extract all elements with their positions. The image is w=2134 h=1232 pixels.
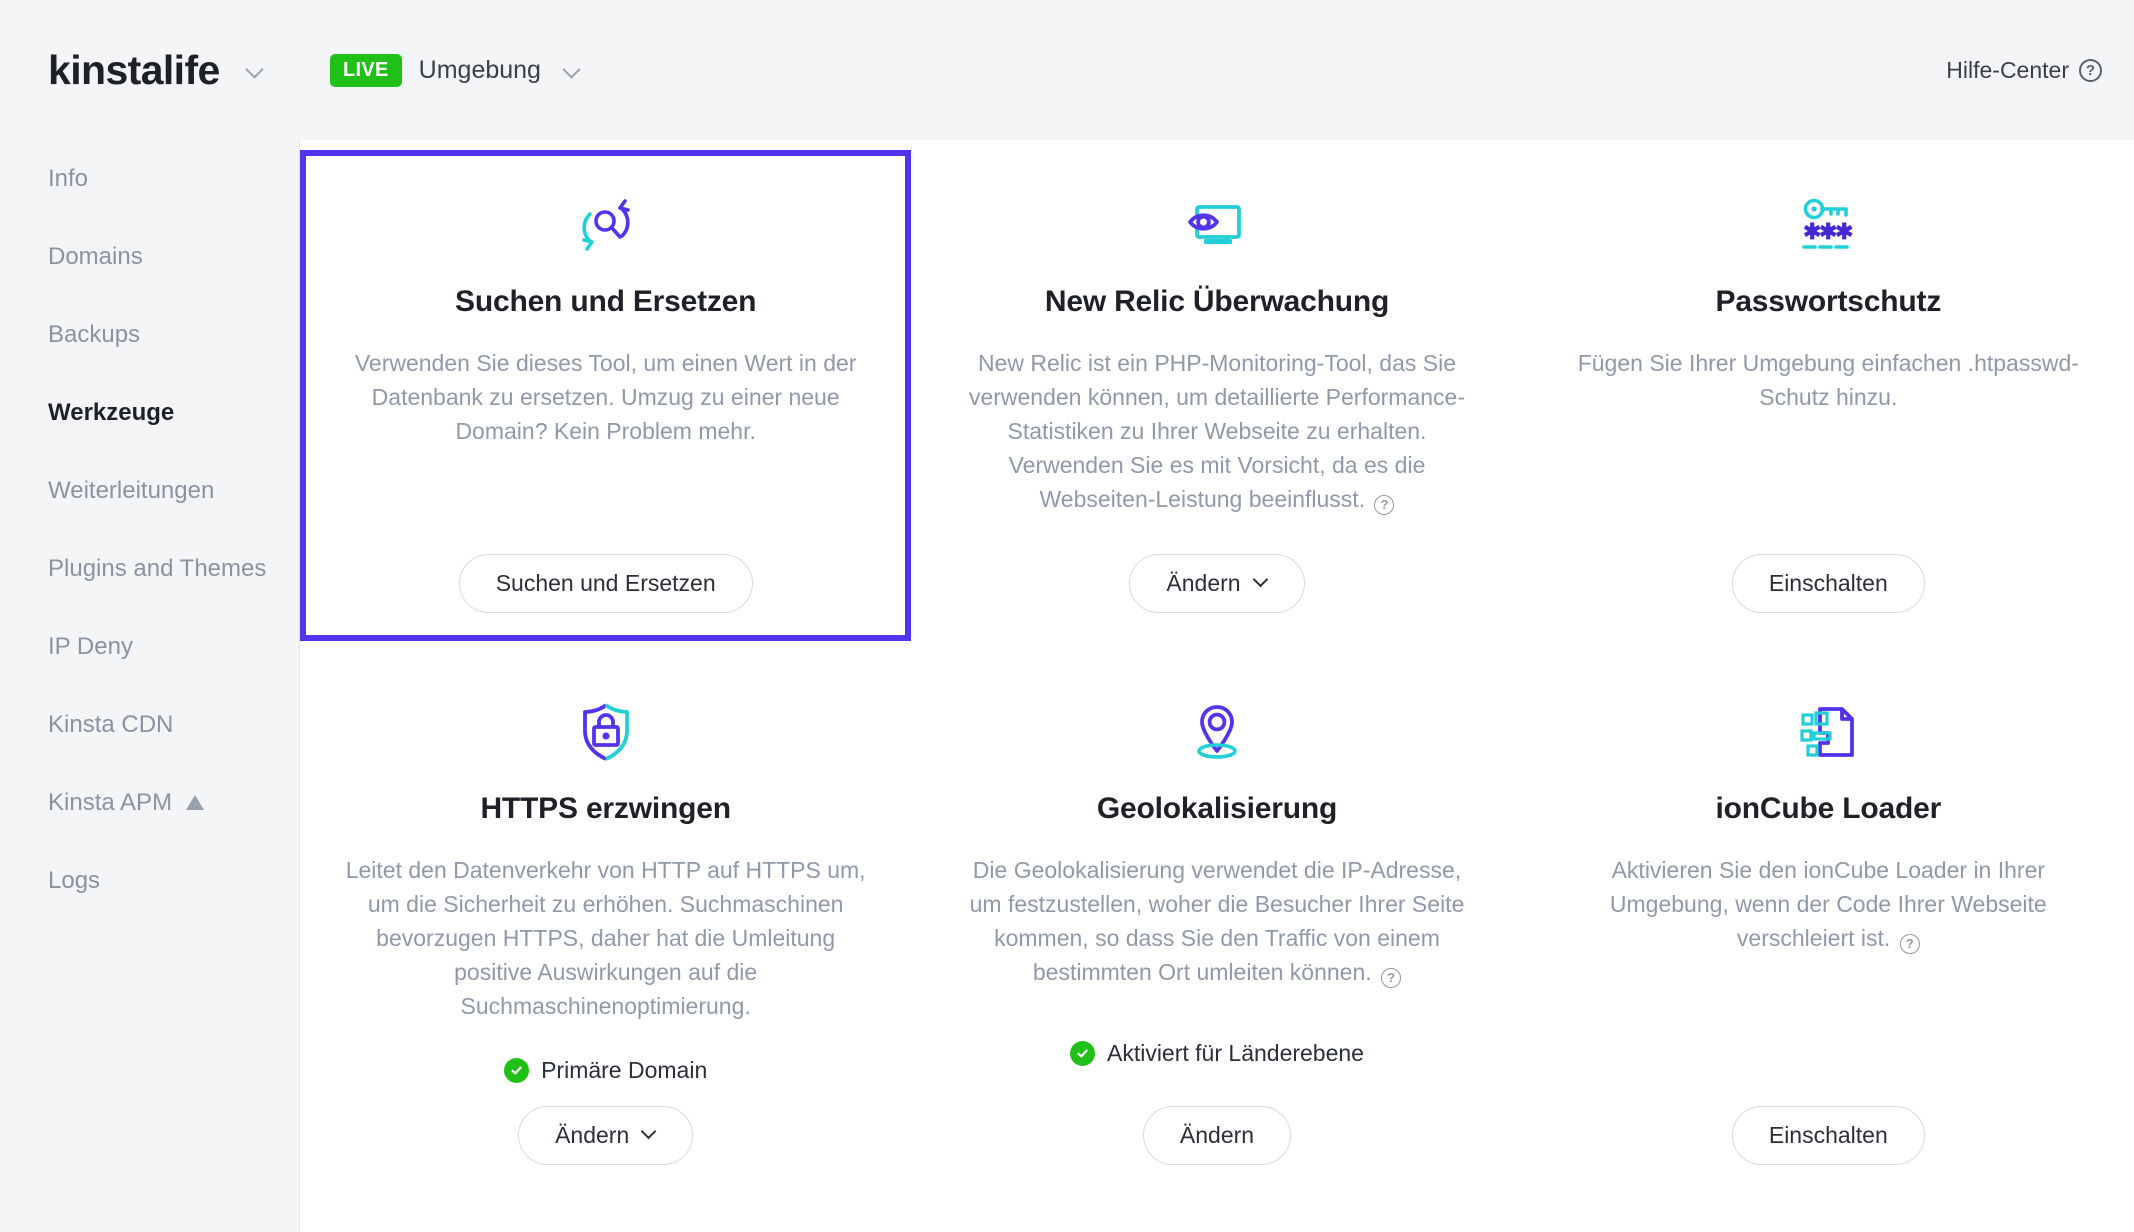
chevron-down-icon	[643, 1126, 656, 1139]
password-protection-enable-button[interactable]: Einschalten	[1731, 554, 1925, 613]
card-title: New Relic Überwachung	[1044, 285, 1390, 318]
triangle-badge-icon	[186, 794, 205, 810]
sidebar-item-label: IP Deny	[48, 633, 133, 660]
monitor-eye-icon	[1186, 192, 1248, 258]
card-description: Aktivieren Sie den ionCube Loader in Ihr…	[1568, 853, 2088, 955]
question-circle-icon[interactable]: ?	[1899, 933, 1920, 954]
card-title: ionCube Loader	[1715, 792, 1942, 825]
check-circle-icon	[504, 1058, 530, 1083]
sidebar-item-label: Kinsta CDN	[48, 711, 174, 738]
sidebar-item-kinsta-cdn[interactable]: Kinsta CDN	[48, 695, 299, 755]
sidebar-item-label: Plugins and Themes	[48, 555, 267, 582]
card-new-relic-monitoring[interactable]: New Relic Überwachung New Relic ist ein …	[911, 150, 1523, 641]
sidebar-item-logs[interactable]: Logs	[48, 851, 299, 911]
sidebar-item-label: Info	[48, 165, 89, 192]
card-description-text: New Relic ist ein PHP-Monitoring-Tool, d…	[968, 350, 1465, 512]
sidebar-item-label: Domains	[48, 243, 143, 270]
tools-page: kinstalife LIVE Umgebung Hilfe-Center ? …	[0, 0, 2134, 1232]
site-name: kinstalife	[48, 46, 220, 93]
sidebar-item-label: Werkzeuge	[48, 399, 175, 426]
sidebar-item-label: Kinsta APM	[48, 789, 173, 816]
new-relic-change-button[interactable]: Ändern	[1129, 554, 1305, 613]
geolocation-change-button[interactable]: Ändern	[1142, 1106, 1292, 1165]
status-label: Primäre Domain	[541, 1057, 708, 1083]
card-description: Fügen Sie Ihrer Umgebung einfachen .htpa…	[1577, 350, 2079, 410]
shield-lock-icon	[578, 699, 634, 765]
card-ioncube-loader[interactable]: ionCube Loader Aktivieren Sie den ionCub…	[1522, 651, 2134, 1193]
button-label: Einschalten	[1768, 570, 1888, 596]
button-label: Ändern	[1179, 1122, 1255, 1148]
sidebar-item-backups[interactable]: Backups	[48, 305, 299, 365]
tools-row-1: Suchen und Ersetzen Verwenden Sie dieses…	[300, 140, 2134, 641]
status-badge: Aktiviert für Länderebene	[1069, 1006, 1364, 1067]
sidebar-item-info[interactable]: Info	[48, 149, 299, 209]
sidebar-item-weiterleitungen[interactable]: Weiterleitungen	[48, 461, 299, 521]
card-description: Verwenden Sie dieses Tool, um einen Wert…	[354, 350, 857, 444]
status-badge: Primäre Domain	[504, 1023, 707, 1084]
search-replace-icon	[575, 192, 637, 258]
chevron-down-icon[interactable]	[246, 61, 264, 79]
card-title: Geolokalisierung	[1096, 792, 1338, 825]
force-https-change-button[interactable]: Ändern	[518, 1106, 694, 1165]
environment-label: Umgebung	[418, 55, 541, 84]
card-title: HTTPS erzwingen	[480, 792, 731, 825]
live-badge: LIVE	[330, 53, 402, 87]
brand-selector[interactable]: kinstalife	[48, 46, 300, 93]
key-asterisks-icon: ✱ ✱ ✱	[1798, 192, 1858, 258]
card-description: New Relic ist ein PHP-Monitoring-Tool, d…	[957, 346, 1477, 516]
question-circle-icon[interactable]: ?	[2079, 58, 2102, 82]
sidebar-item-domains[interactable]: Domains	[48, 227, 299, 287]
chevron-down-icon	[1255, 574, 1268, 587]
environment-selector[interactable]: LIVE Umgebung	[330, 53, 581, 87]
button-label: Suchen und Ersetzen	[495, 570, 716, 596]
document-blocks-icon	[1798, 699, 1858, 765]
card-geolocation[interactable]: Geolokalisierung Die Geolokalisierung ve…	[911, 651, 1523, 1193]
chevron-down-icon[interactable]	[563, 61, 581, 79]
card-password-protection[interactable]: ✱ ✱ ✱ Passwortschutz Fügen Sie Ihrer Umg…	[1522, 150, 2134, 641]
button-label: Ändern	[1166, 570, 1241, 596]
sidebar-item-plugins-and-themes[interactable]: Plugins and Themes	[48, 539, 299, 599]
button-label: Einschalten	[1768, 1122, 1888, 1148]
sidebar-item-kinsta-apm[interactable]: Kinsta APM	[48, 773, 299, 833]
card-description: Die Geolokalisierung verwendet die IP-Ad…	[957, 853, 1477, 989]
card-description-text: Die Geolokalisierung verwendet die IP-Ad…	[969, 857, 1465, 985]
ioncube-enable-button[interactable]: Einschalten	[1731, 1106, 1925, 1165]
sidebar-item-label: Logs	[48, 867, 101, 894]
card-title: Passwortschutz	[1715, 285, 1942, 318]
card-force-https[interactable]: HTTPS erzwingen Leitet den Datenverkehr …	[300, 651, 912, 1193]
button-label: Ändern	[555, 1122, 630, 1148]
tools-row-2: HTTPS erzwingen Leitet den Datenverkehr …	[300, 641, 2134, 1193]
card-search-and-replace[interactable]: Suchen und Ersetzen Verwenden Sie dieses…	[300, 150, 912, 641]
help-center-label: Hilfe-Center	[1946, 56, 2069, 83]
sidebar-item-label: Backups	[48, 321, 141, 348]
question-circle-icon[interactable]: ?	[1374, 494, 1395, 515]
svg-text:✱: ✱	[1835, 219, 1853, 244]
check-circle-icon	[1069, 1041, 1095, 1066]
sidebar-item-label: Weiterleitungen	[48, 477, 215, 504]
top-bar: kinstalife LIVE Umgebung Hilfe-Center ?	[0, 0, 2134, 140]
sidebar-nav: Info Domains Backups Werkzeuge Weiterlei…	[0, 140, 300, 1232]
sidebar-item-werkzeuge[interactable]: Werkzeuge	[48, 383, 299, 443]
status-label: Aktiviert für Länderebene	[1106, 1040, 1364, 1066]
help-center-link[interactable]: Hilfe-Center ?	[1946, 57, 2102, 84]
search-and-replace-button[interactable]: Suchen und Ersetzen	[458, 554, 753, 613]
tools-grid: Suchen und Ersetzen Verwenden Sie dieses…	[300, 140, 2134, 1232]
question-circle-icon[interactable]: ?	[1381, 967, 1402, 988]
card-description-text: Aktivieren Sie den ionCube Loader in Ihr…	[1609, 857, 2047, 951]
card-title: Suchen und Ersetzen	[455, 285, 757, 318]
map-pin-icon	[1189, 699, 1245, 765]
sidebar-item-ip-deny[interactable]: IP Deny	[48, 617, 299, 677]
card-description: Leitet den Datenverkehr von HTTP auf HTT…	[345, 857, 866, 1019]
